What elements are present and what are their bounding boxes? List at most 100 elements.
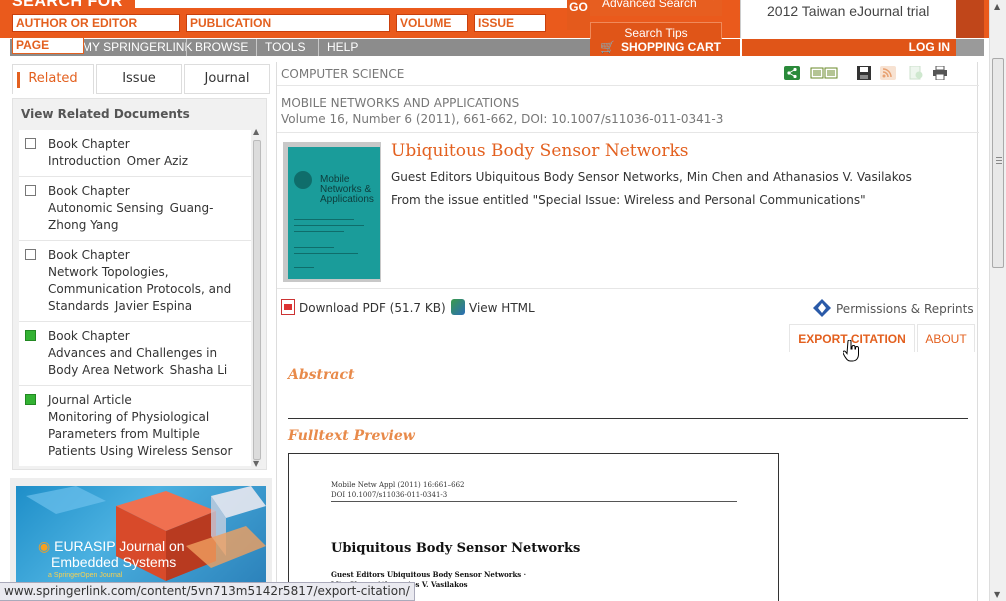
subject-bar: COMPUTER SCIENCE [277, 62, 979, 86]
subject-label: COMPUTER SCIENCE [281, 67, 405, 81]
print-icon[interactable] [932, 66, 948, 80]
scroll-up-icon[interactable]: ▲ [994, 2, 1000, 11]
nav-help[interactable]: HELP [318, 39, 366, 56]
doc-title[interactable]: Autonomic Sensing [48, 201, 164, 215]
doc-author: Shasha Li [169, 363, 228, 377]
doc-title[interactable]: Introduction [48, 154, 121, 168]
tab-issue[interactable]: Issue [96, 64, 182, 94]
alert-icon[interactable] [908, 66, 924, 80]
advanced-search-label: Advanced Search [602, 0, 697, 10]
view-html-link[interactable]: View HTML [451, 299, 535, 315]
scroll-thumb[interactable] [992, 58, 1004, 268]
login-link[interactable]: LOG IN [742, 39, 956, 56]
list-item[interactable]: Book Chapter Advances and Challenges in … [19, 322, 251, 386]
article-issue: From the issue entitled "Special Issue: … [391, 193, 866, 207]
tab-journal[interactable]: Journal [184, 64, 270, 94]
read-icon[interactable] [810, 66, 838, 80]
doc-type: Journal Article [48, 393, 132, 407]
checkbox-checked[interactable] [25, 330, 36, 341]
article-title: Ubiquitous Body Sensor Networks [391, 141, 689, 161]
go-button[interactable]: GO [567, 0, 590, 30]
download-pdf-label: Download PDF (51.7 KB) [299, 301, 446, 315]
article-main: COMPUTER SCIENCE MOBILE NETWORKS AND APP… [276, 62, 979, 601]
about-tab[interactable]: ABOUT [917, 324, 975, 352]
journal-meta: MOBILE NETWORKS AND APPLICATIONS Volume … [281, 95, 723, 127]
scroll-down-icon[interactable]: ▼ [994, 590, 1000, 599]
related-list[interactable]: Book Chapter Introduction Omer Aziz Book … [19, 130, 251, 466]
panel-title: View Related Documents [21, 107, 190, 121]
article-authors: Guest Editors Ubiquitous Body Sensor Net… [391, 170, 912, 184]
checkbox[interactable] [25, 138, 36, 149]
checkbox[interactable] [25, 249, 36, 260]
trial-text: 2012 Taiwan eJournal trial [767, 3, 930, 19]
rss-icon[interactable] [880, 66, 896, 80]
divider [331, 501, 737, 502]
scroll-down-icon[interactable]: ▼ [253, 459, 259, 468]
scroll-thumb[interactable] [253, 140, 261, 460]
related-documents-panel: View Related Documents Book Chapter Intr… [12, 98, 267, 470]
journal-cover[interactable]: Mobile Networks & Applications [283, 142, 381, 282]
author-editor-field[interactable]: AUTHOR OR EDITOR [12, 14, 180, 32]
page-scrollbar[interactable]: ▲ ▼ [989, 0, 1006, 601]
publication-field[interactable]: PUBLICATION [186, 14, 390, 32]
volume-field[interactable]: VOLUME [396, 14, 468, 32]
journal-name[interactable]: MOBILE NETWORKS AND APPLICATIONS [281, 95, 723, 111]
ad-bullet-icon: ◉ [38, 538, 51, 554]
download-pdf-link[interactable]: Download PDF (51.7 KB) [281, 299, 446, 315]
divider [277, 288, 979, 289]
search-input[interactable] [135, 0, 567, 8]
tab-related[interactable]: Related [12, 64, 94, 94]
permissions-icon [813, 299, 831, 317]
page-field[interactable]: PAGE [12, 37, 84, 54]
nav-browse[interactable]: BROWSE [186, 39, 256, 56]
doc-type: Book Chapter [48, 329, 130, 343]
status-bar-url: www.springerlink.com/content/5vn713m5142… [0, 582, 415, 601]
list-item[interactable]: Book Chapter Introduction Omer Aziz [19, 130, 251, 177]
pdf-icon [281, 299, 295, 315]
cart-icon: 🛒 [600, 40, 615, 54]
preview-header-line2: DOI 10.1007/s11036-011-0341-3 [331, 491, 448, 499]
shopping-cart-link[interactable]: 🛒 SHOPPING CART [590, 39, 740, 56]
ad-title-line2: Embedded Systems [51, 554, 177, 570]
doc-type: Book Chapter [48, 248, 130, 262]
sidebar-tabs: Related Issue Journal [12, 64, 270, 94]
search-for-label: SEARCH FOR [12, 0, 123, 10]
fulltext-preview-heading: Fulltext Preview [288, 428, 415, 444]
citation-line: Volume 16, Number 6 (2011), 661-662, DOI… [281, 112, 724, 126]
journal-ad-banner[interactable]: ◉ EURASIP Journal on Embedded Systems a … [16, 486, 266, 596]
doc-type: Book Chapter [48, 184, 130, 198]
html-icon [451, 299, 465, 315]
advanced-search-link[interactable]: Advanced Search ▼ [590, 0, 722, 16]
header-right-edge [956, 0, 984, 56]
fulltext-preview[interactable]: Mobile Netw Appl (2011) 16:661–662 DOI 1… [288, 453, 779, 601]
share-icon[interactable] [784, 66, 800, 80]
view-html-label: View HTML [469, 301, 535, 315]
scroll-up-icon[interactable]: ▲ [253, 127, 259, 136]
checkbox-checked[interactable] [25, 394, 36, 405]
caret-down-icon: ▼ [708, 0, 718, 3]
preview-header-line1: Mobile Netw Appl (2011) 16:661–662 [331, 481, 465, 489]
nav-tools[interactable]: TOOLS [256, 39, 313, 56]
list-item[interactable]: Book Chapter Autonomic Sensing Guang-Zhon… [19, 177, 251, 241]
ad-title: ◉ EURASIP Journal on Embedded Systems [38, 538, 185, 570]
cover-title: Mobile Networks & Applications [320, 174, 374, 205]
doc-title[interactable]: Monitoring of Physiological Parameters f… [48, 410, 232, 458]
cart-label: SHOPPING CART [620, 40, 721, 54]
save-icon[interactable] [856, 66, 872, 80]
doc-author: Omer Aziz [126, 154, 189, 168]
checkbox[interactable] [25, 185, 36, 196]
issue-field[interactable]: ISSUE [474, 14, 546, 32]
permissions-label: Permissions & Reprints [836, 302, 974, 316]
preview-header: Mobile Netw Appl (2011) 16:661–662 DOI 1… [331, 480, 464, 500]
nav-my-springerlink[interactable]: MY SPRINGERLINK [74, 39, 200, 56]
list-item[interactable]: Book Chapter Network Topologies, Communi… [19, 241, 251, 322]
permissions-reprints-link[interactable]: Permissions & Reprints [813, 299, 974, 317]
divider [277, 132, 979, 133]
related-list-scrollbar[interactable]: ▲ ▼ [252, 127, 262, 468]
list-item[interactable]: Journal Article Monitoring of Physiologi… [19, 386, 251, 466]
doc-type: Book Chapter [48, 137, 130, 151]
hand-cursor-icon [843, 340, 859, 362]
ad-subtitle: a SpringerOpen Journal [48, 572, 123, 579]
trial-banner: 2012 Taiwan eJournal trial [740, 0, 956, 38]
preview-title: Ubiquitous Body Sensor Networks [331, 541, 581, 556]
